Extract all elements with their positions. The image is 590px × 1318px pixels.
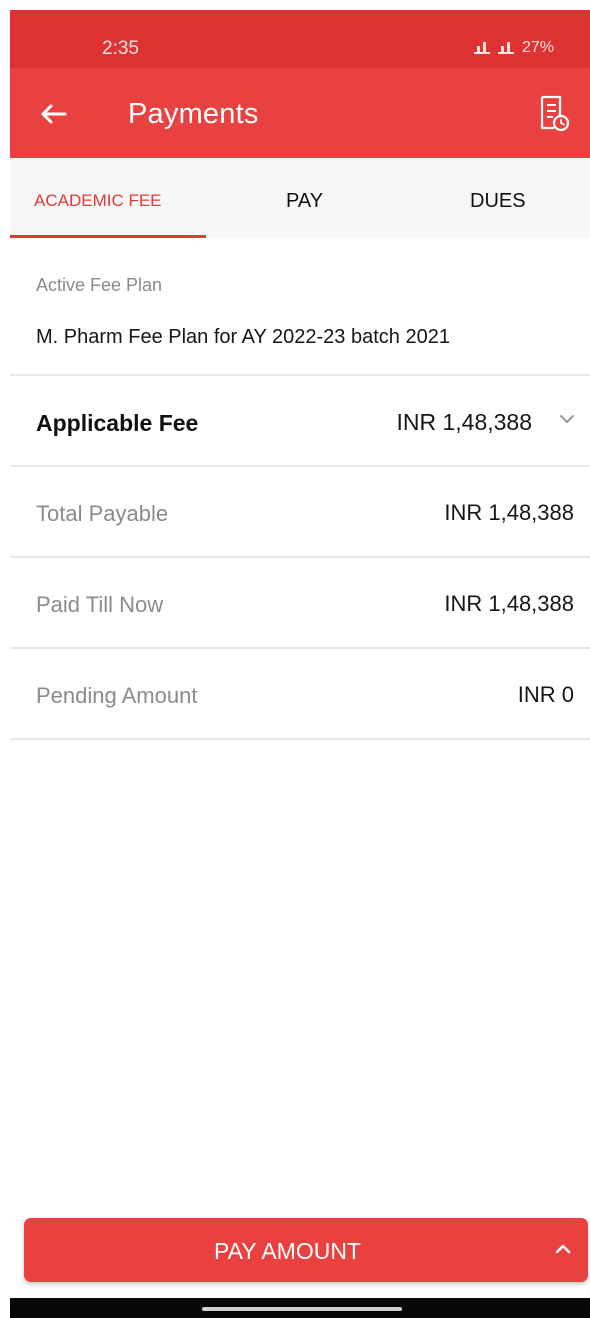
total-payable-label: Total Payable [36, 501, 169, 526]
total-payable-row: Total Payable INR 1,48,388 [10, 467, 590, 558]
app-bar: Payments [10, 68, 590, 158]
applicable-fee-label: Applicable Fee [36, 410, 199, 436]
paid-till-now-amount: INR 1,48,388 [444, 591, 574, 616]
arrow-left-icon [41, 104, 67, 124]
pay-amount-label: PAY AMOUNT [214, 1238, 361, 1264]
paid-till-now-row: Paid Till Now INR 1,48,388 [10, 558, 590, 649]
status-icons: 27% [473, 39, 554, 57]
network-signal-icon [473, 42, 490, 54]
status-bar: 2:35 27% [10, 10, 590, 68]
page-title: Payments [128, 98, 259, 130]
status-time: 2:35 [102, 38, 139, 59]
battery-percent: 27% [521, 39, 554, 56]
pay-amount-button[interactable]: PAY AMOUNT [24, 1218, 588, 1282]
cell-signal-icon [497, 42, 514, 54]
back-button[interactable] [32, 94, 76, 134]
tab-academic-fee[interactable]: ACADEMIC FEE [34, 191, 162, 211]
applicable-fee-amount: INR 1,48,388 [396, 409, 532, 435]
pending-amount-value: INR 0 [517, 682, 574, 707]
receipt-icon [540, 95, 570, 132]
receipt-history-button[interactable] [532, 92, 572, 134]
total-payable-amount: INR 1,48,388 [444, 500, 574, 525]
fee-plan-label: Active Fee Plan [36, 275, 163, 295]
chevron-down-icon[interactable] [558, 412, 576, 426]
pending-amount-label: Pending Amount [36, 683, 198, 708]
paid-till-now-label: Paid Till Now [36, 592, 164, 617]
chevron-up-icon[interactable] [552, 1238, 574, 1260]
pending-amount-row: Pending Amount INR 0 [10, 649, 590, 740]
applicable-fee-row[interactable]: Applicable Fee INR 1,48,388 [10, 376, 590, 467]
active-fee-plan: Active Fee Plan M. Pharm Fee Plan for AY… [10, 238, 590, 376]
tab-pay[interactable]: PAY [286, 190, 323, 213]
system-navigation-bar [10, 1298, 590, 1318]
payments-screen: 2:35 27% Payments ACADEMIC FEE PAY DUES … [10, 10, 590, 1318]
home-indicator[interactable] [202, 1307, 402, 1311]
tab-dues[interactable]: DUES [470, 190, 526, 213]
fee-tabs: ACADEMIC FEE PAY DUES [10, 158, 590, 238]
fee-plan-name: M. Pharm Fee Plan for AY 2022-23 batch 2… [36, 326, 450, 348]
